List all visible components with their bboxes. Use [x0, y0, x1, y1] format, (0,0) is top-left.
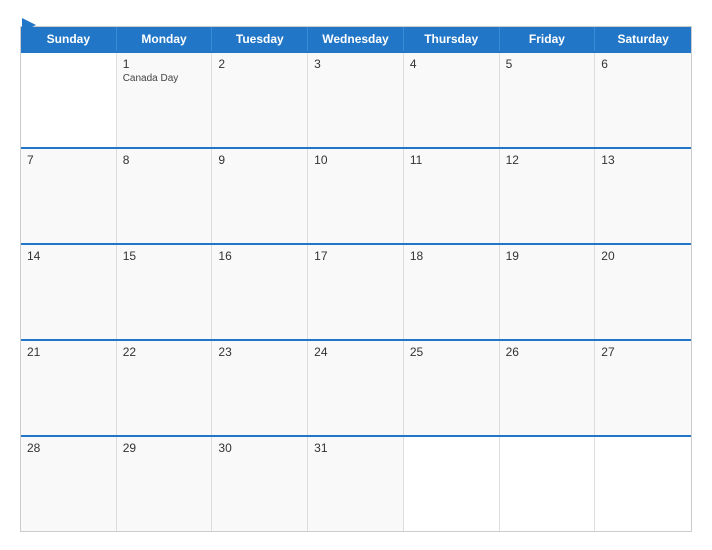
cal-cell-w4-d3: 23 [212, 341, 308, 435]
holiday-label: Canada Day [123, 73, 206, 85]
day-number: 12 [506, 153, 589, 167]
logo-flag-icon [22, 18, 36, 32]
cal-cell-w2-d4: 10 [308, 149, 404, 243]
week-row-2: 789 10 11 12 13 [21, 147, 691, 243]
cal-cell-w5-d1: 28 [21, 437, 117, 531]
cal-cell-w4-d5: 25 [404, 341, 500, 435]
week-row-4: 21 22 23 24 25 26 27 [21, 339, 691, 435]
cal-cell-w3-d6: 19 [500, 245, 596, 339]
col-friday: Friday [500, 27, 596, 51]
day-number: 2 [218, 57, 301, 71]
cal-cell-w5-d2: 29 [117, 437, 213, 531]
day-number: 26 [506, 345, 589, 359]
cal-cell-w1-d7: 6 [595, 53, 691, 147]
day-number: 30 [218, 441, 301, 455]
col-thursday: Thursday [404, 27, 500, 51]
cal-cell-w4-d6: 26 [500, 341, 596, 435]
cal-cell-w2-d2: 8 [117, 149, 213, 243]
logo-blue-text [20, 18, 36, 32]
cal-cell-w5-d5 [404, 437, 500, 531]
day-number: 23 [218, 345, 301, 359]
cal-cell-w5-d3: 30 [212, 437, 308, 531]
day-number: 3 [314, 57, 397, 71]
day-number: 13 [601, 153, 685, 167]
cal-cell-w4-d4: 24 [308, 341, 404, 435]
day-number: 29 [123, 441, 206, 455]
calendar-page: Sunday Monday Tuesday Wednesday Thursday… [0, 0, 712, 550]
day-number: 4 [410, 57, 493, 71]
cal-cell-w1-d2: 1 Canada Day [117, 53, 213, 147]
day-number: 17 [314, 249, 397, 263]
day-number: 20 [601, 249, 685, 263]
cal-cell-w3-d7: 20 [595, 245, 691, 339]
cal-cell-w2-d6: 12 [500, 149, 596, 243]
cal-cell-w3-d5: 18 [404, 245, 500, 339]
day-number: 1 [123, 57, 206, 71]
day-number: 14 [27, 249, 110, 263]
col-saturday: Saturday [595, 27, 691, 51]
cal-cell-w2-d1: 7 [21, 149, 117, 243]
week-row-5: 28 29 30 31 [21, 435, 691, 531]
day-number: 10 [314, 153, 397, 167]
day-number: 28 [27, 441, 110, 455]
cal-cell-w5-d6 [500, 437, 596, 531]
calendar-body: 1Canada Day23456789101112131415161718192… [21, 51, 691, 531]
logo [20, 18, 36, 32]
col-monday: Monday [117, 27, 213, 51]
cal-cell-w1-d3: 2 [212, 53, 308, 147]
calendar-grid: Sunday Monday Tuesday Wednesday Thursday… [20, 26, 692, 532]
day-number: 21 [27, 345, 110, 359]
day-number: 31 [314, 441, 397, 455]
day-number: 25 [410, 345, 493, 359]
day-number: 18 [410, 249, 493, 263]
week-row-3: 14 15 16 17 18 19 20 [21, 243, 691, 339]
cal-cell-w5-d4: 31 [308, 437, 404, 531]
col-tuesday: Tuesday [212, 27, 308, 51]
day-number: 5 [506, 57, 589, 71]
day-number: 6 [601, 57, 685, 71]
col-wednesday: Wednesday [308, 27, 404, 51]
day-number: 15 [123, 249, 206, 263]
cal-cell-w3-d4: 17 [308, 245, 404, 339]
cal-cell-w4-d7: 27 [595, 341, 691, 435]
cal-cell-w2-d7: 13 [595, 149, 691, 243]
cal-cell-w1-d6: 5 [500, 53, 596, 147]
week-row-1: 1 Canada Day 23456 [21, 51, 691, 147]
day-number: 9 [218, 153, 301, 167]
day-number: 16 [218, 249, 301, 263]
cal-cell-w2-d5: 11 [404, 149, 500, 243]
day-number: 22 [123, 345, 206, 359]
cal-cell-w3-d2: 15 [117, 245, 213, 339]
cal-cell-w1-d4: 3 [308, 53, 404, 147]
cal-cell-w4-d1: 21 [21, 341, 117, 435]
cal-cell-w1-d1 [21, 53, 117, 147]
day-number: 19 [506, 249, 589, 263]
cal-cell-w3-d3: 16 [212, 245, 308, 339]
cal-cell-w2-d3: 9 [212, 149, 308, 243]
cal-cell-w4-d2: 22 [117, 341, 213, 435]
day-number: 7 [27, 153, 110, 167]
cal-cell-w1-d5: 4 [404, 53, 500, 147]
day-number: 24 [314, 345, 397, 359]
cal-cell-w3-d1: 14 [21, 245, 117, 339]
cal-cell-w5-d7 [595, 437, 691, 531]
day-number: 11 [410, 153, 493, 167]
day-number: 27 [601, 345, 685, 359]
calendar-header-row: Sunday Monday Tuesday Wednesday Thursday… [21, 27, 691, 51]
day-number: 8 [123, 153, 206, 167]
